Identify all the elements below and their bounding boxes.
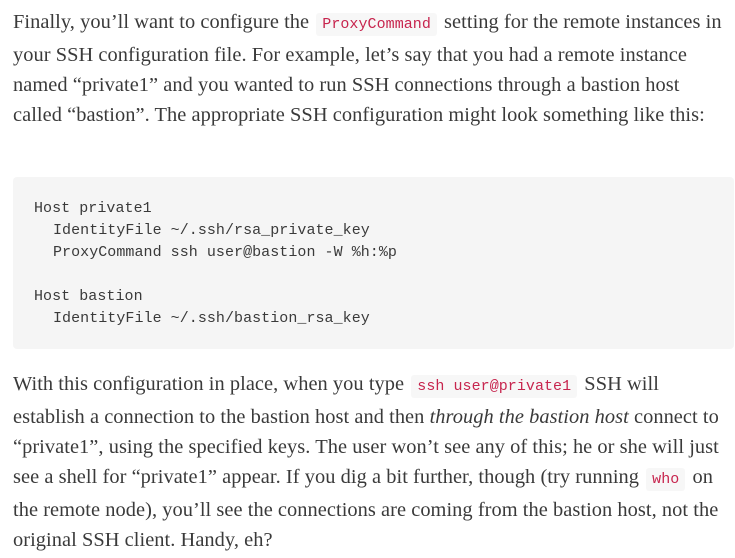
inline-code-proxycommand: ProxyCommand [316,13,437,36]
text: Finally, you’ll want to configure the [13,11,315,33]
paragraph-explanation: With this configuration in place, when y… [13,369,725,555]
inline-code-ssh-command: ssh user@private1 [411,375,578,398]
code-line: IdentityFile ~/.ssh/bastion_rsa_key [53,310,370,327]
code-block: Host private1 IdentityFile ~/.ssh/rsa_pri… [13,177,734,349]
code-line: ProxyCommand ssh user@bastion -W %h:%p [53,244,397,261]
code-line: IdentityFile ~/.ssh/rsa_private_key [53,222,370,239]
inline-code-who: who [646,468,686,491]
paragraph-intro: Finally, you’ll want to configure the Pr… [13,7,725,130]
text: With this configuration in place, when y… [13,373,410,395]
emphasis-text: through the bastion host [429,406,629,428]
code-content: Host private1 IdentityFile ~/.ssh/rsa_pri… [34,198,397,330]
code-line: Host private1 [34,200,152,217]
code-line: Host bastion [34,288,143,305]
